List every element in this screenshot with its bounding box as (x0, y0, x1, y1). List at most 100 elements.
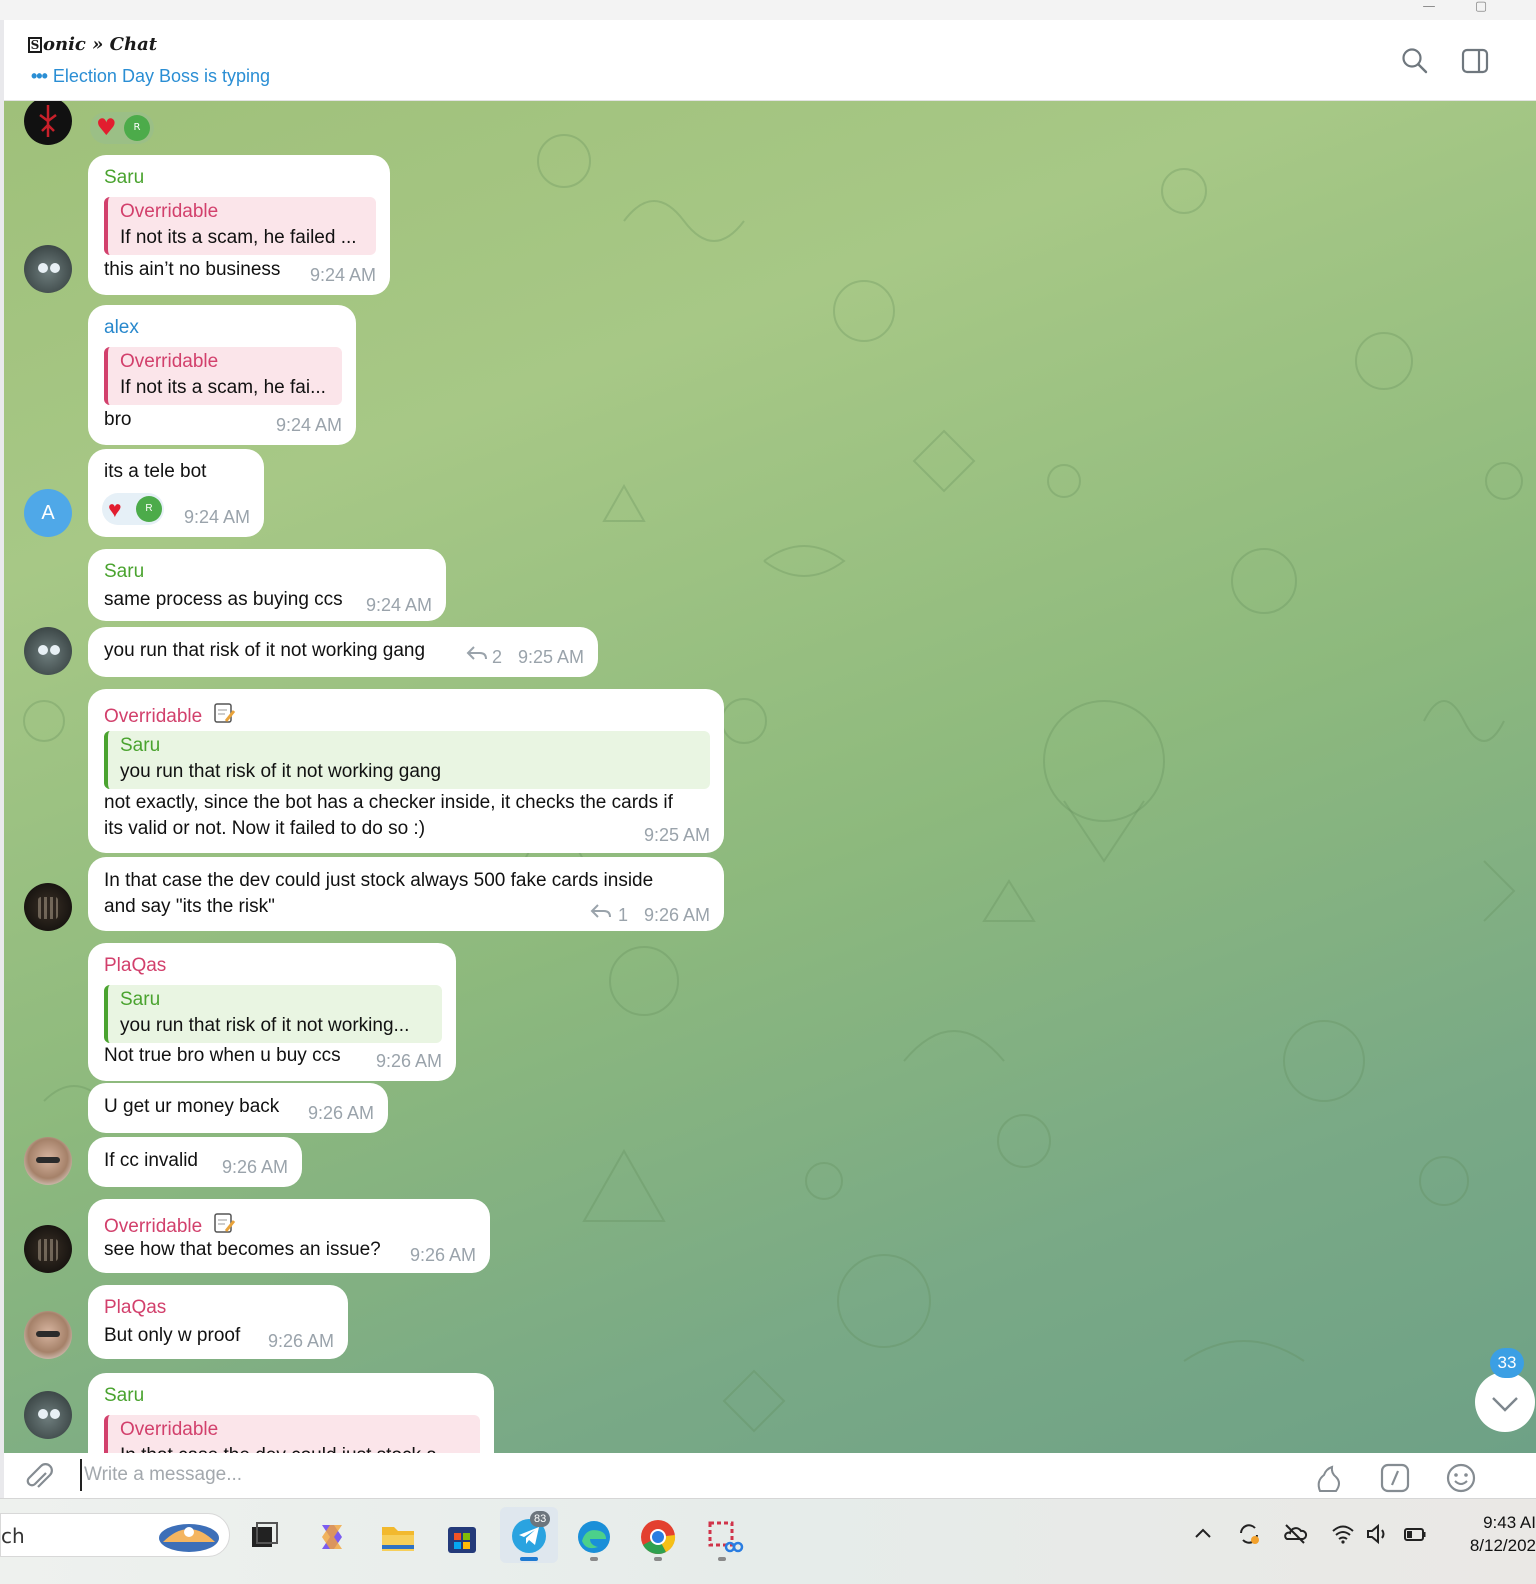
onedrive-offline-icon[interactable] (1282, 1521, 1308, 1547)
window-titlebar: — ▢ (0, 0, 1536, 20)
message-time: 9:24 AM (365, 595, 432, 615)
avatar[interactable] (24, 627, 72, 675)
avatar[interactable] (24, 1225, 72, 1273)
message-bubble[interactable]: its a tele bot ♥ R 9:24 AM (88, 449, 264, 537)
message-time: 9:24 AM (309, 265, 376, 285)
reply-quote[interactable]: Overridable If not its a scam, he failed… (104, 197, 376, 255)
message-bubble[interactable]: In that case the dev could just stock al… (88, 857, 724, 931)
reply-quote[interactable]: Saru you run that risk of it not working… (104, 731, 710, 789)
avatar[interactable] (24, 1311, 72, 1359)
message-bubble[interactable]: you run that risk of it not working gang… (88, 627, 598, 677)
message-text: Not true bro when u buy ccs (104, 1045, 341, 1066)
taskbar-search-box[interactable]: ch (0, 1513, 230, 1557)
message-text: U get ur money back (104, 1096, 280, 1117)
reply-text: you run that risk of it not working gang (120, 761, 442, 782)
chat-title[interactable]: Sonic » Chat (28, 34, 157, 55)
reactor-avatar: R (136, 496, 162, 522)
message-text: see how that becomes an issue? (104, 1239, 381, 1260)
chat-header: Sonic » Chat ••• Election Day Boss is typ… (4, 20, 1536, 101)
edge-icon[interactable] (574, 1517, 614, 1557)
reaction-pill[interactable]: ♥ R (90, 112, 154, 144)
wifi-icon[interactable] (1330, 1521, 1356, 1547)
taskbar-app-active[interactable]: 83 (500, 1507, 558, 1563)
message-time: 9:26 AM (409, 1245, 476, 1265)
unread-count-badge[interactable]: 33 (1490, 1348, 1524, 1378)
scroll-to-bottom-button[interactable] (1475, 1372, 1535, 1432)
sender-name[interactable]: Saru (104, 167, 144, 189)
message-composer (4, 1453, 1536, 1498)
message-text: If cc invalid (104, 1150, 198, 1171)
copilot-icon[interactable] (312, 1517, 352, 1557)
reply-quote[interactable]: Overridable If not its a scam, he fai... (104, 347, 342, 405)
message-time: 9:25 AM (517, 647, 584, 667)
reply-sender: Saru (120, 735, 161, 756)
message-text: its a tele bot (104, 461, 207, 482)
reply-sender: Overridable (120, 1419, 219, 1440)
message-bubble[interactable]: Overridable see how that becomes an issu… (88, 1199, 490, 1273)
file-explorer-icon[interactable] (378, 1517, 418, 1557)
reply-count[interactable]: 1 (618, 905, 628, 926)
sync-icon[interactable] (1236, 1521, 1262, 1547)
sender-name[interactable]: PlaQas (104, 955, 166, 977)
search-icon[interactable] (1400, 46, 1430, 76)
sidebar-toggle-icon[interactable] (1460, 46, 1490, 76)
sender-name[interactable]: alex (104, 317, 139, 339)
running-app-indicator (718, 1557, 726, 1561)
snipping-tool-icon[interactable] (704, 1517, 744, 1557)
chevron-up-icon[interactable] (1190, 1521, 1216, 1547)
avatar[interactable] (24, 883, 72, 931)
search-highlight-icon (159, 1524, 219, 1552)
maximize-button[interactable]: ▢ (1466, 0, 1496, 20)
message-bubble[interactable]: Saru Overridable If not its a scam, he f… (88, 155, 390, 295)
message-bubble[interactable]: Saru Overridable In that case the dev co… (88, 1373, 494, 1453)
minimize-button[interactable]: — (1414, 0, 1444, 20)
message-text: this ain’t no business (104, 259, 281, 280)
sender-name[interactable]: Saru (104, 1385, 144, 1407)
reply-text: you run that risk of it not working... (120, 1015, 410, 1036)
avatar[interactable] (24, 1137, 72, 1185)
microsoft-store-icon[interactable] (442, 1517, 482, 1557)
avatar[interactable]: A (24, 489, 72, 537)
reply-quote[interactable]: Saru you run that risk of it not working… (104, 985, 442, 1043)
chevron-down-icon (1492, 1397, 1518, 1412)
message-text: But only w proof (104, 1325, 241, 1346)
message-bubble[interactable]: U get ur money back 9:26 AM (88, 1083, 388, 1133)
sender-name[interactable]: Saru (104, 561, 144, 583)
message-text: you run that risk of it not working gang (104, 640, 426, 661)
sender-name[interactable]: PlaQas (104, 1297, 166, 1319)
message-time: 9:24 AM (183, 507, 250, 527)
reply-count[interactable]: 2 (492, 647, 502, 668)
attach-icon[interactable] (22, 1461, 56, 1495)
sender-name[interactable]: Overridable (104, 1211, 236, 1238)
reply-quote[interactable]: Overridable In that case the dev could j… (104, 1415, 480, 1453)
message-bubble[interactable]: Overridable Saru you run that risk of it… (88, 689, 724, 853)
message-text: In that case the dev could just stock al… (104, 870, 654, 917)
message-bubble[interactable]: Saru same process as buying ccs 9:24 AM (88, 549, 446, 621)
message-bubble[interactable]: alex Overridable If not its a scam, he f… (88, 305, 356, 445)
bot-command-icon[interactable] (1378, 1461, 1412, 1495)
reaction-pill[interactable]: ♥ R (102, 493, 164, 525)
message-bubble[interactable]: If cc invalid 9:26 AM (88, 1137, 302, 1187)
message-bubble[interactable]: PlaQas Saru you run that risk of it not … (88, 943, 456, 1081)
avatar[interactable] (24, 1391, 72, 1439)
battery-icon[interactable] (1402, 1521, 1428, 1547)
typing-status: ••• Election Day Boss is typing (31, 66, 271, 86)
message-time: 9:26 AM (643, 905, 710, 925)
reply-text: If not its a scam, he failed ... (120, 227, 357, 248)
reply-sender: Saru (120, 989, 161, 1010)
emoji-icon[interactable] (1444, 1461, 1478, 1495)
volume-icon[interactable] (1364, 1521, 1390, 1547)
message-bubble[interactable]: PlaQas But only w proof 9:26 AM (88, 1285, 348, 1359)
sender-name[interactable]: Overridable (104, 701, 236, 728)
system-clock[interactable]: 9:43 AI 8/12/202 (1440, 1511, 1536, 1557)
os-taskbar: ch 83 9:43 AI 8/12/202 (0, 1498, 1536, 1584)
message-list[interactable]: ♥ R Saru Overridable If not its a scam, … (4, 101, 1536, 1453)
reply-text: In that case the dev could just stock a.… (120, 1445, 453, 1453)
running-app-indicator (654, 1557, 662, 1561)
typing-dots-icon: ••• (31, 66, 48, 86)
avatar[interactable] (24, 245, 72, 293)
message-input[interactable] (80, 1459, 1280, 1491)
chrome-icon[interactable] (638, 1517, 678, 1557)
sticker-icon[interactable] (1312, 1461, 1346, 1495)
task-view-icon[interactable] (244, 1517, 284, 1557)
